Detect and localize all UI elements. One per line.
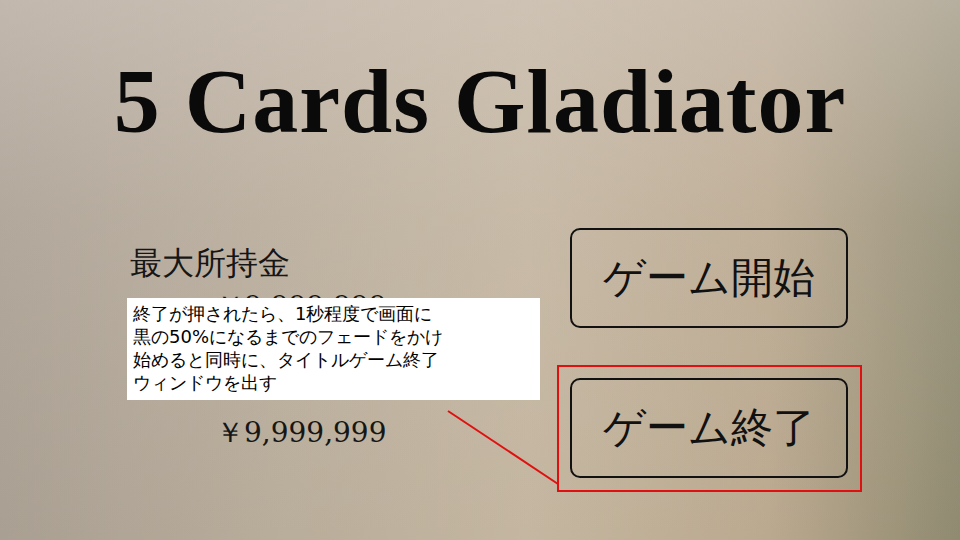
annotation-line: 終了が押されたら、1秒程度で画面に [133,302,534,325]
menu-button[interactable]: ゲーム開始 [570,228,848,328]
max-money-value: ￥9,999,999 [130,417,387,449]
annotation-highlight [557,365,862,492]
annotation-connector [0,0,960,540]
menu-button[interactable]: ゲーム終了 [570,378,848,478]
title-screen: 5 Cards Gladiator最大所持金￥9,999,999￥9,999,9… [0,0,960,540]
game-title: 5 Cards Gladiator [114,55,847,228]
header: 5 Cards Gladiator [0,0,960,228]
menu-slot: ゲーム終了 [570,378,848,478]
annotation-line: 始めると同時に、タイトルゲーム終了 [133,348,534,371]
menu-slot: ゲーム開始 [570,228,848,328]
max-money-label: 最大所持金 [130,245,387,281]
annotation-line: 黒の50%になるまでのフェードをかけ [133,325,534,348]
menu: ゲーム開始ゲーム終了 [570,228,960,540]
annotation-note: 終了が押されたら、1秒程度で画面に黒の50%になるまでのフェードをかけ始めると同… [127,298,540,400]
annotation-line: ウィンドウを出す [133,371,534,394]
